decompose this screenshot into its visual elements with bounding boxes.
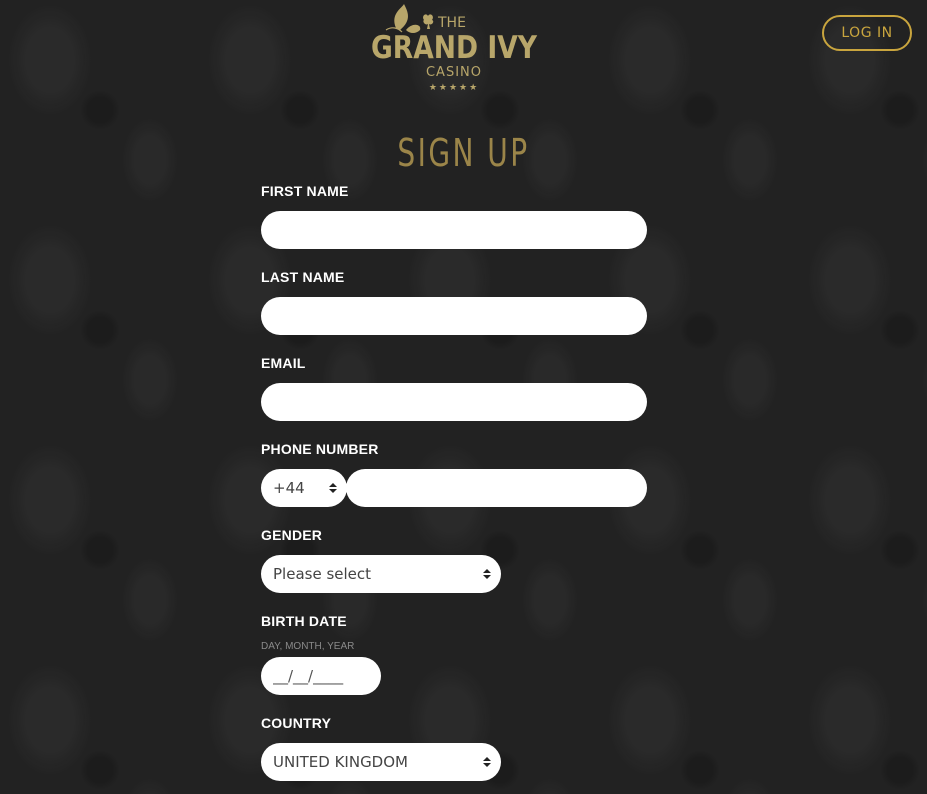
select-arrows-icon [483, 569, 491, 579]
logo-name: GRAND IVY [371, 30, 538, 66]
country-code-value: +44 [273, 479, 305, 497]
last-name-input[interactable] [261, 297, 647, 335]
logo-the: THE [437, 15, 466, 31]
logo-casino: CASINO [426, 65, 482, 80]
phone-number-input[interactable] [346, 469, 647, 507]
first-name-label: FIRST NAME [261, 183, 349, 199]
birth-date-input[interactable] [261, 657, 381, 695]
select-arrows-icon [329, 483, 337, 493]
email-input[interactable] [261, 383, 647, 421]
logo-stars: ★★★★★ [429, 83, 479, 93]
page-title: SIGN UP [397, 131, 530, 175]
country-selected-value: UNITED KINGDOM [273, 753, 408, 771]
grand-ivy-logo[interactable]: THE GRAND IVY CASINO ★★★★★ [368, 4, 540, 94]
phone-number-label: PHONE NUMBER [261, 441, 379, 457]
select-arrows-icon [483, 757, 491, 767]
country-select[interactable]: UNITED KINGDOM [261, 743, 501, 781]
ivy-leaf-icon [385, 4, 434, 33]
gender-label: GENDER [261, 527, 323, 543]
email-label: EMAIL [261, 355, 306, 371]
login-button[interactable]: LOG IN [822, 15, 912, 51]
gender-select[interactable]: Please select [261, 555, 501, 593]
first-name-input[interactable] [261, 211, 647, 249]
birth-date-label: BIRTH DATE [261, 613, 347, 629]
last-name-label: LAST NAME [261, 269, 345, 285]
birth-date-hint: DAY, MONTH, YEAR [261, 641, 355, 652]
gender-selected-value: Please select [273, 565, 372, 583]
country-label: COUNTRY [261, 715, 332, 731]
country-code-select[interactable]: +44 [261, 469, 347, 507]
